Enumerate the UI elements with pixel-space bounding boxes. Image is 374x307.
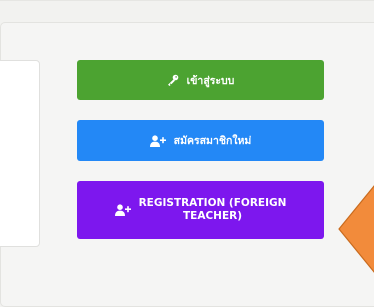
input-area[interactable] xyxy=(0,60,40,247)
user-plus-icon xyxy=(114,204,131,216)
pointer-arrow-annotation xyxy=(338,185,374,273)
login-button[interactable]: เข้าสู่ระบบ xyxy=(77,60,324,100)
key-icon xyxy=(167,74,179,86)
foreign-registration-label: REGISTRATION (FOREIGN TEACHER) xyxy=(139,197,287,223)
foreign-label-line2: TEACHER) xyxy=(182,210,242,222)
register-button-label: สมัครสมาชิกใหม่ xyxy=(173,135,252,147)
foreign-label-line1: REGISTRATION (FOREIGN xyxy=(138,196,287,209)
login-button-label: เข้าสู่ระบบ xyxy=(186,74,235,87)
foreign-registration-button[interactable]: REGISTRATION (FOREIGN TEACHER) xyxy=(77,181,324,239)
user-plus-icon xyxy=(149,134,166,147)
top-divider xyxy=(0,0,374,1)
register-button[interactable]: สมัครสมาชิกใหม่ xyxy=(77,120,324,161)
